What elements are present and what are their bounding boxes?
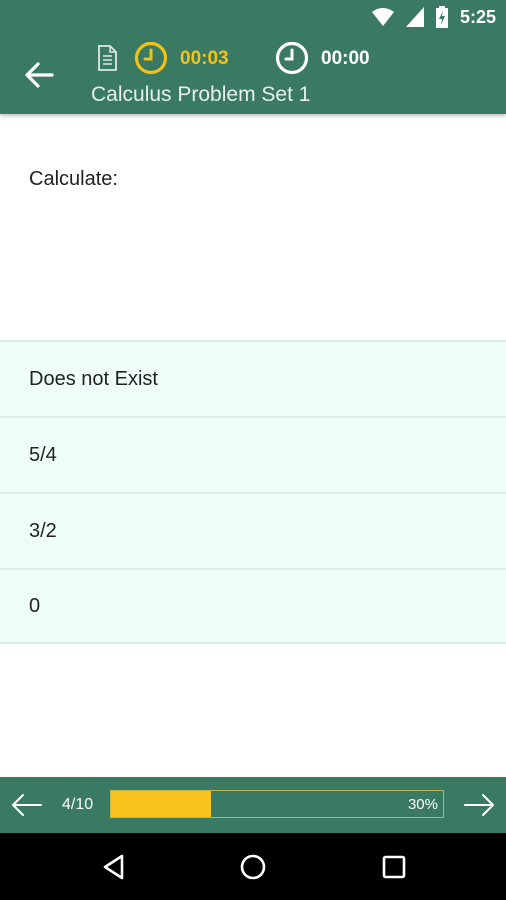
answer-label: Does not Exist [29,367,158,390]
answer-label: 0 [29,594,41,617]
clock-icon [275,41,309,75]
status-icons: 5:25 [371,6,496,28]
back-triangle-icon[interactable] [98,851,130,883]
page-counter: 4/10 [62,796,94,813]
answer-option[interactable]: 3/2 [0,492,506,568]
system-navigation-bar [0,833,506,900]
question-navigation-bar: 4/10 30% [0,777,506,833]
next-arrow-icon[interactable] [462,791,496,819]
total-timer: 00:00 [321,48,370,69]
clock-icon [134,41,168,75]
previous-arrow-icon[interactable] [10,791,44,819]
answer-option[interactable]: Does not Exist [0,340,506,416]
elapsed-timer: 00:03 [180,48,229,69]
progress-fill [111,791,211,817]
progress-label: 30% [407,796,438,813]
status-bar: 5:25 [0,0,506,36]
app-bar: 00:03 00:00 Calculus Problem Set 1 [0,36,506,114]
question-text: Calculate: [29,168,118,190]
page-title: Calculus Problem Set 1 [91,83,311,106]
answer-list: Does not Exist 5/4 3/2 0 [0,340,506,644]
wifi-icon [371,8,394,26]
answer-label: 5/4 [29,443,57,466]
document-icon[interactable] [96,45,118,71]
progress-bar: 30% [110,790,444,818]
signal-icon [405,7,424,27]
home-circle-icon[interactable] [237,851,269,883]
battery-icon [435,6,448,28]
status-time: 5:25 [459,6,496,27]
answer-label: 3/2 [29,519,57,542]
answer-option[interactable]: 5/4 [0,416,506,492]
recents-square-icon[interactable] [378,851,410,883]
back-arrow-icon[interactable] [22,60,56,90]
answer-option[interactable]: 0 [0,568,506,644]
